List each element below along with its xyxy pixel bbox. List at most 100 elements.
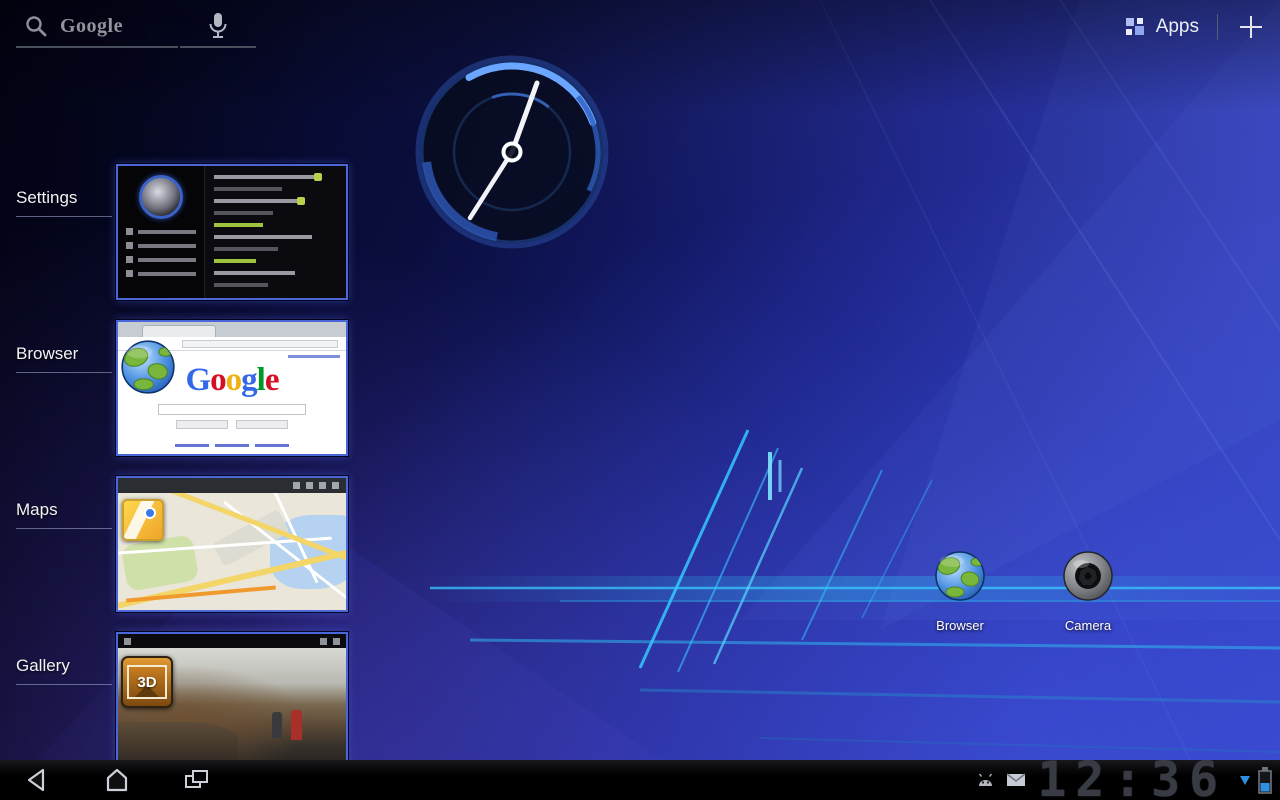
maps-toolbar-icon: [319, 482, 326, 489]
footer-link: [255, 444, 289, 447]
google-search-box: [158, 404, 306, 415]
apps-button[interactable]: Apps: [1124, 16, 1199, 38]
recent-label-wrap: Browser: [0, 320, 116, 456]
recent-item-gallery: Gallery: [0, 632, 348, 768]
maps-pin-icon: [122, 499, 164, 541]
menu-glyph-icon: [333, 638, 340, 645]
settings-text-line: [214, 187, 282, 191]
recent-label-wrap: Settings: [0, 164, 116, 300]
settings-thumb-right-pane: [204, 166, 346, 298]
status-clock: 12:36: [1038, 760, 1228, 800]
gallery-thumbnail[interactable]: 3D: [116, 632, 348, 768]
maps-toolbar-icon: [293, 482, 300, 489]
browser-globe-icon: [120, 339, 176, 395]
battery-group: [1239, 765, 1274, 795]
top-right-controls: Apps: [1124, 10, 1266, 44]
map-park: [121, 534, 200, 592]
add-widget-button[interactable]: [1236, 12, 1266, 42]
photo-person: [291, 710, 302, 740]
recents-icon: [182, 766, 212, 794]
settings-menu-row: [126, 242, 196, 249]
shortcut-browser[interactable]: Browser: [912, 550, 1008, 633]
gallery-topbar: [118, 634, 346, 648]
maps-toolbar: [118, 478, 346, 493]
recent-label-browser: Browser: [16, 344, 112, 373]
shortcut-label-browser: Browser: [936, 618, 984, 633]
camera-icon: [1062, 550, 1114, 602]
settings-sound-icon: [139, 175, 183, 219]
battery-icon: [1256, 765, 1274, 795]
navigation-buttons: [14, 760, 220, 800]
email-icon: [1006, 773, 1026, 787]
settings-thumb-left-pane: [118, 166, 204, 298]
recent-label-gallery: Gallery: [16, 656, 112, 685]
camera-glyph-icon: [124, 638, 131, 645]
google-button: [176, 420, 228, 429]
usb-debugging-icon: [977, 773, 994, 788]
maps-icon-dot: [144, 507, 156, 519]
search-widget-label: Google: [60, 15, 123, 38]
browser-url-field: [182, 340, 338, 348]
settings-menu-row: [126, 228, 196, 235]
maps-toolbar-icon: [306, 482, 313, 489]
recent-apps-panel: Settings: [0, 164, 348, 768]
back-icon: [22, 766, 52, 794]
settings-text-line: [214, 223, 263, 227]
analog-clock-widget[interactable]: [412, 52, 612, 252]
settings-menu-row: [126, 270, 196, 277]
settings-text-line: [214, 247, 278, 251]
search-input[interactable]: Google: [16, 6, 178, 48]
recent-label-settings: Settings: [16, 188, 112, 217]
photo-person: [272, 712, 282, 738]
shortcut-camera[interactable]: Camera: [1040, 550, 1136, 633]
apps-button-label: Apps: [1156, 16, 1199, 38]
gallery-topbar-left-icons: [124, 638, 131, 645]
mic-icon: [208, 12, 228, 40]
top-bar-divider: [1217, 14, 1218, 40]
google-search-buttons: [118, 420, 346, 429]
recent-label-wrap: Maps: [0, 476, 116, 612]
voice-search-button[interactable]: [180, 6, 256, 48]
maps-thumbnail[interactable]: [116, 476, 348, 612]
settings-text-line: [214, 199, 305, 203]
home-screen: Google Apps: [0, 0, 1280, 800]
maps-toolbar-icon: [332, 482, 339, 489]
recent-item-maps: Maps: [0, 476, 348, 612]
network-icon: [1239, 774, 1251, 786]
recent-label-maps: Maps: [16, 500, 112, 529]
footer-link: [215, 444, 249, 447]
status-area[interactable]: 12:36: [977, 760, 1275, 800]
settings-text-line: [214, 271, 295, 275]
recent-item-settings: Settings: [0, 164, 348, 300]
browser-tab: [142, 325, 216, 337]
footer-link: [175, 444, 209, 447]
recent-apps-button[interactable]: [174, 760, 220, 800]
browser-thumbnail[interactable]: Google: [116, 320, 348, 456]
gallery-3d-badge: 3D: [137, 674, 156, 691]
plus-icon: [1238, 14, 1264, 40]
gallery-3d-icon: 3D: [121, 656, 173, 708]
back-button[interactable]: [14, 760, 60, 800]
settings-text-line: [214, 175, 322, 179]
search-icon: [24, 14, 48, 38]
settings-text-line: [214, 283, 268, 287]
settings-thumbnail[interactable]: [116, 164, 348, 300]
recent-label-wrap: Gallery: [0, 632, 116, 768]
settings-menu-row: [126, 256, 196, 263]
google-search-widget: Google: [16, 6, 256, 48]
system-bar: 12:36: [0, 760, 1280, 800]
browser-top-link: [288, 355, 340, 358]
settings-text-line: [214, 235, 312, 239]
browser-tab-strip: [118, 322, 346, 337]
recent-item-browser: Browser Google: [0, 320, 348, 456]
share-glyph-icon: [320, 638, 327, 645]
gallery-icon-frame: 3D: [127, 665, 167, 699]
google-button: [236, 420, 288, 429]
gallery-topbar-right-icons: [320, 638, 340, 645]
analog-clock: [412, 52, 612, 252]
home-button[interactable]: [94, 760, 140, 800]
settings-text-line: [214, 211, 273, 215]
browser-globe-icon: [934, 550, 986, 602]
settings-text-line: [214, 259, 256, 263]
google-footer-links: [118, 444, 346, 447]
